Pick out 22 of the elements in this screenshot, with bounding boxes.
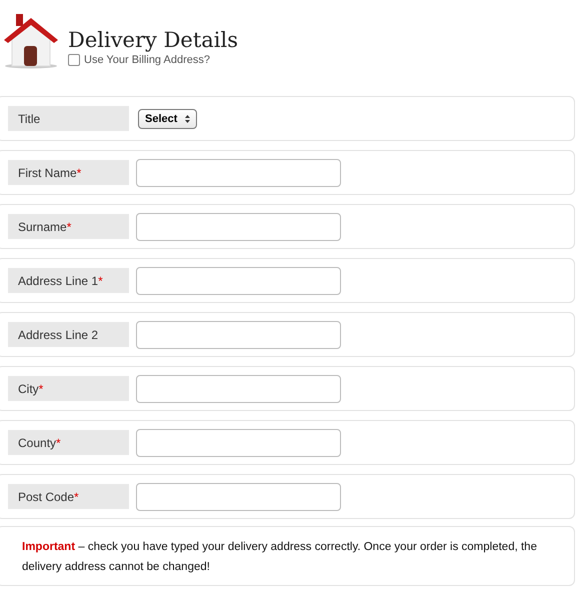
input-field[interactable] (136, 428, 341, 456)
input-field[interactable] (136, 158, 341, 186)
field-label: Address Line 2 (8, 322, 129, 347)
house-icon (2, 12, 60, 70)
input-field[interactable] (136, 212, 341, 240)
billing-checkbox[interactable] (68, 54, 80, 66)
field-label: County* (8, 430, 129, 455)
input-field[interactable] (136, 320, 341, 348)
field-label: First Name* (8, 160, 129, 185)
notice-text: Important – check you have typed your delivery address correctly. Once your order is completed, the delivery address cannot be changed! (22, 540, 538, 575)
title-select[interactable]: Select (138, 108, 198, 128)
page-title: Delivery Details (68, 28, 238, 52)
input-field[interactable] (136, 482, 341, 510)
input-field[interactable] (136, 266, 341, 294)
checkbox-label[interactable]: Use Your Billing Address? (84, 54, 210, 66)
field-label: Title (8, 106, 129, 131)
field-label: Surname* (8, 214, 129, 239)
field-label: City* (8, 376, 129, 401)
input-field[interactable] (136, 374, 341, 402)
field-label: Post Code* (8, 484, 129, 509)
field-label: Address Line 1* (8, 268, 129, 293)
stepper-arrows-icon (185, 114, 190, 122)
